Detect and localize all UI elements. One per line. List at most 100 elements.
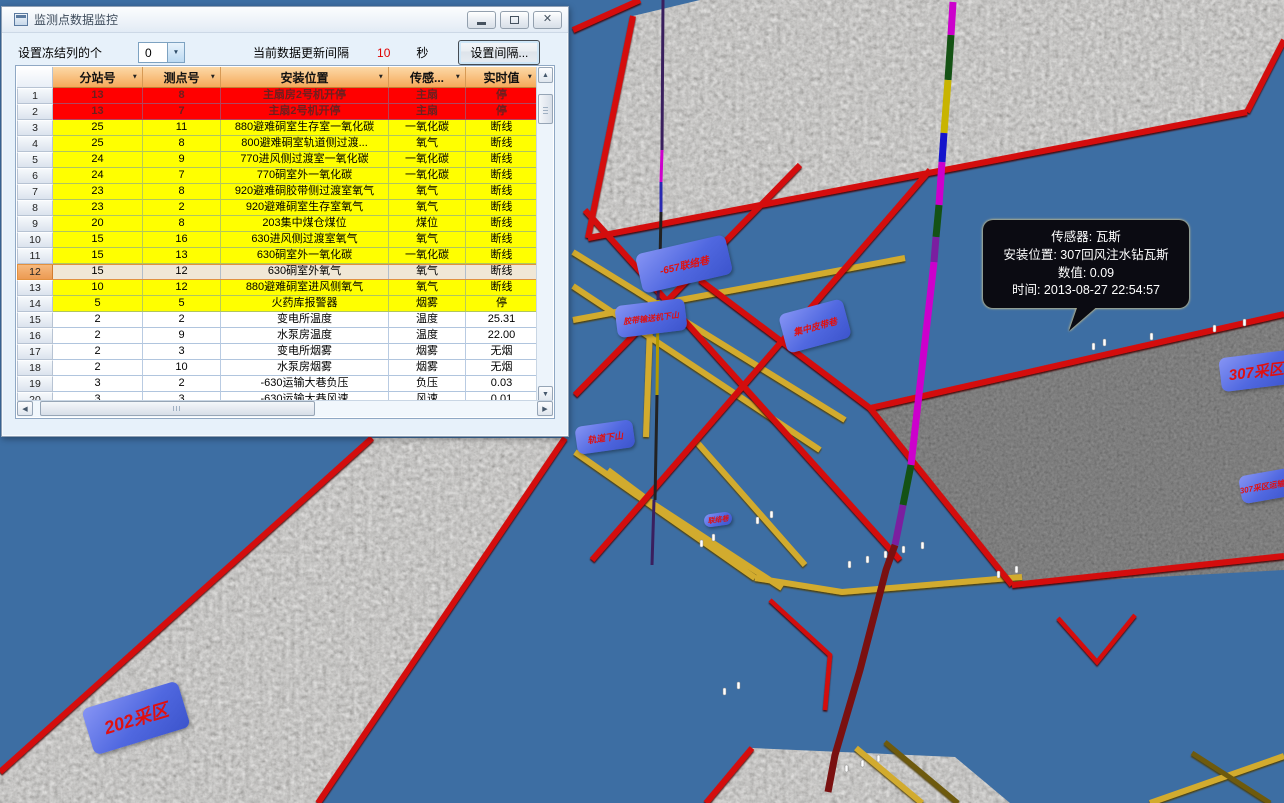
horizontal-scrollbar[interactable]: ◀ ▶ [17, 400, 553, 417]
cell-location: 880避难硐室生存室一氧化碳 [221, 120, 389, 136]
table-row[interactable]: 18210水泵房烟雾烟雾无烟 [17, 360, 538, 376]
close-icon: ✕ [543, 14, 552, 25]
combobox-dropdown-button[interactable]: ▼ [167, 43, 184, 62]
table-row[interactable]: 7238920避难硐胶带侧过渡室氧气氧气断线 [17, 184, 538, 200]
scroll-up-button[interactable]: ▲ [538, 67, 553, 83]
row-number[interactable]: 5 [17, 152, 53, 168]
cell-value: 断线 [466, 216, 538, 232]
row-number[interactable]: 9 [17, 216, 53, 232]
monitor-window: 监测点数据监控 ✕ 设置冻结列的个 0 ▼ 当前数据更新间隔 10 秒 设置间隔… [1, 6, 569, 437]
column-header-label: 安装位置 [280, 69, 328, 86]
cell-station: 20 [53, 216, 143, 232]
cell-value: 0.03 [466, 376, 538, 392]
close-button[interactable]: ✕ [533, 11, 562, 29]
filter-dropdown-icon[interactable]: ▼ [378, 74, 384, 81]
table-row[interactable]: 5249770进风侧过渡室一氧化碳一氧化碳断线 [17, 152, 538, 168]
maximize-button[interactable] [500, 11, 529, 29]
cell-station: 13 [53, 88, 143, 104]
cell-station: 15 [53, 264, 143, 280]
row-number[interactable]: 1 [17, 88, 53, 104]
row-number[interactable]: 6 [17, 168, 53, 184]
table-row[interactable]: 32511880避难硐室生存室一氧化碳一氧化碳断线 [17, 120, 538, 136]
row-number[interactable]: 4 [17, 136, 53, 152]
table-row[interactable]: 1138主扇房2号机开停主扇停 [17, 88, 538, 104]
table-row[interactable]: 131012880避难硐室进风侧氧气氧气断线 [17, 280, 538, 296]
freeze-columns-combobox[interactable]: 0 ▼ [138, 42, 185, 63]
vertical-scrollbar-thumb[interactable] [538, 94, 553, 124]
table-row[interactable]: 4258800避难硐室轨道侧过渡...氧气断线 [17, 136, 538, 152]
table-row[interactable]: 1522变电所温度温度25.31 [17, 312, 538, 328]
cell-location: 630硐室外氧气 [221, 264, 389, 280]
table-header: 分站号▼测点号▼安装位置▼传感...▼实时值▼ [17, 67, 538, 88]
set-interval-button[interactable]: 设置间隔... [458, 40, 540, 65]
filter-dropdown-icon[interactable]: ▼ [455, 74, 461, 81]
vertical-scrollbar[interactable]: ▲ ▼ [536, 67, 553, 402]
cell-sensor: 烟雾 [389, 360, 466, 376]
column-header-5[interactable]: 实时值▼ [466, 67, 538, 88]
row-number[interactable]: 12 [17, 264, 53, 280]
row-number[interactable]: 14 [17, 296, 53, 312]
table-row[interactable]: 2137主扇2号机开停主扇停 [17, 104, 538, 120]
column-header-label: 分站号 [79, 69, 115, 86]
column-header-3[interactable]: 安装位置 ▼ [221, 67, 389, 88]
row-number[interactable]: 2 [17, 104, 53, 120]
filter-dropdown-icon[interactable]: ▼ [527, 74, 533, 81]
cell-location: 770进风侧过渡室一氧化碳 [221, 152, 389, 168]
column-header-4[interactable]: 传感...▼ [389, 67, 466, 88]
scroll-left-button[interactable]: ◀ [17, 401, 33, 416]
table-row[interactable]: 6247770硐室外一氧化碳一氧化碳断线 [17, 168, 538, 184]
row-number[interactable]: 8 [17, 200, 53, 216]
column-header-2[interactable]: 测点号▼ [143, 67, 221, 88]
cell-location: 火药库报警器 [221, 296, 389, 312]
filter-dropdown-icon[interactable]: ▼ [210, 74, 216, 81]
arrow-left-icon: ◀ [22, 405, 27, 413]
cell-sensor: 煤位 [389, 216, 466, 232]
row-number[interactable]: 11 [17, 248, 53, 264]
tooltip-location-line: 安装位置: 307回风注水钻瓦斯 [988, 247, 1184, 265]
column-header-1[interactable]: 分站号 ▼ [53, 67, 143, 88]
cell-point: 8 [143, 136, 221, 152]
cell-station: 24 [53, 152, 143, 168]
row-number[interactable]: 7 [17, 184, 53, 200]
freeze-columns-label: 设置冻结列的个 [18, 44, 102, 61]
chevron-down-icon: ▼ [173, 49, 179, 56]
row-number[interactable]: 16 [17, 328, 53, 344]
row-number[interactable]: 15 [17, 312, 53, 328]
horizontal-scrollbar-thumb[interactable] [40, 401, 315, 416]
table-row[interactable]: 9208203集中煤仓煤位煤位断线 [17, 216, 538, 232]
arrow-right-icon: ▶ [542, 405, 547, 413]
window-titlebar[interactable]: 监测点数据监控 ✕ [2, 7, 568, 33]
cell-value: 22.00 [466, 328, 538, 344]
window-title: 监测点数据监控 [34, 11, 118, 28]
row-number[interactable]: 18 [17, 360, 53, 376]
minimize-button[interactable] [467, 11, 496, 29]
table-row[interactable]: 1629水泵房温度温度22.00 [17, 328, 538, 344]
row-number[interactable]: 10 [17, 232, 53, 248]
cell-station: 15 [53, 248, 143, 264]
cell-point: 2 [143, 200, 221, 216]
cell-point: 2 [143, 376, 221, 392]
table-row[interactable]: 1932-630运输大巷负压负压0.03 [17, 376, 538, 392]
cell-point: 7 [143, 104, 221, 120]
cell-station: 25 [53, 136, 143, 152]
filter-dropdown-icon[interactable]: ▼ [132, 74, 138, 81]
row-number[interactable]: 3 [17, 120, 53, 136]
cell-value: 断线 [466, 248, 538, 264]
row-number[interactable]: 17 [17, 344, 53, 360]
cell-station: 23 [53, 184, 143, 200]
table-row[interactable]: 111513630硐室外一氧化碳一氧化碳断线 [17, 248, 538, 264]
table-row[interactable]: 1455火药库报警器烟雾停 [17, 296, 538, 312]
cell-sensor: 一氧化碳 [389, 168, 466, 184]
cell-location: 主扇房2号机开停 [221, 88, 389, 104]
table-row[interactable]: 8232920避难硐室生存室氧气氧气断线 [17, 200, 538, 216]
cell-value: 无烟 [466, 360, 538, 376]
cell-sensor: 氧气 [389, 280, 466, 296]
cell-value: 停 [466, 296, 538, 312]
row-number[interactable]: 19 [17, 376, 53, 392]
scroll-right-button[interactable]: ▶ [537, 401, 553, 416]
table-row[interactable]: 1723变电所烟雾烟雾无烟 [17, 344, 538, 360]
cell-station: 10 [53, 280, 143, 296]
table-row[interactable]: 121512630硐室外氧气氧气断线 [17, 264, 538, 280]
table-row[interactable]: 101516630进风侧过渡室氧气氧气断线 [17, 232, 538, 248]
row-number[interactable]: 13 [17, 280, 53, 296]
